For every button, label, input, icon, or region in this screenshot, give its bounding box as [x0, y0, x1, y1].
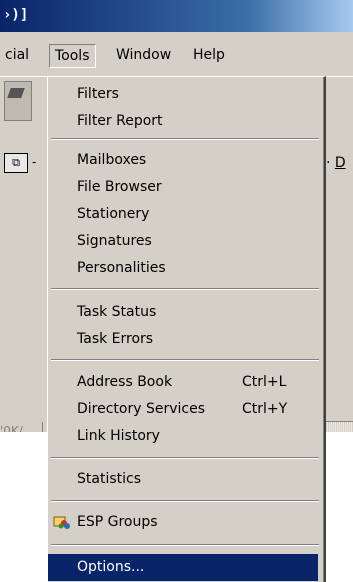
menu-item-label: ESP Groups [77, 514, 158, 530]
menu-item-label: File Browser [77, 179, 162, 195]
menu-separator [51, 359, 319, 361]
menu-separator [51, 500, 319, 502]
window-icon[interactable]: ⧉ [4, 153, 28, 173]
menu-separator [51, 138, 319, 140]
esp-groups-icon [53, 516, 70, 529]
menu-item-label: Mailboxes [77, 152, 147, 168]
menu-separator [51, 288, 319, 290]
menu-item-label: Task Errors [77, 331, 154, 347]
menu-item-esp-groups[interactable]: ESP Groups [48, 509, 318, 536]
menu-item-task-errors[interactable]: Task Errors [48, 326, 318, 353]
menu-item-label: Stationery [77, 206, 150, 222]
menu-item-label: Filter Report [77, 113, 163, 129]
menu-item-label: Signatures [77, 233, 152, 249]
menu-item-label: Task Status [77, 304, 157, 320]
menu-item-file-browser[interactable]: File Browser [48, 174, 318, 201]
tools-menu-dropdown: Filters Filter Report Mailboxes File Bro… [47, 76, 326, 582]
menu-special[interactable]: cial [0, 44, 34, 66]
send-receive-icon[interactable] [4, 81, 32, 121]
menu-item-stationery[interactable]: Stationery [48, 201, 318, 228]
menu-item-directory-services[interactable]: Directory Services Ctrl+Y [48, 396, 318, 423]
menu-item-label: Link History [77, 428, 160, 444]
menu-item-label: Statistics [77, 471, 141, 487]
toolbar-dash: - [32, 155, 37, 169]
menu-item-filters[interactable]: Filters [48, 81, 318, 108]
menu-item-label: Personalities [77, 260, 166, 276]
menu-item-filter-report[interactable]: Filter Report [48, 108, 318, 135]
menu-item-shortcut: Ctrl+Y [242, 401, 288, 417]
menu-item-address-book[interactable]: Address Book Ctrl+L [48, 369, 318, 396]
menu-item-statistics[interactable]: Statistics [48, 466, 318, 493]
title-bar: ›)] [0, 0, 353, 32]
menu-item-link-history[interactable]: Link History [48, 423, 318, 450]
menu-help[interactable]: Help [188, 44, 230, 66]
menu-item-task-status[interactable]: Task Status [48, 299, 318, 326]
menu-item-signatures[interactable]: Signatures [48, 228, 318, 255]
menu-item-label: Directory Services [77, 401, 206, 417]
menu-item-mailboxes[interactable]: Mailboxes [48, 147, 318, 174]
menu-item-label: Options... [77, 559, 145, 575]
menu-item-personalities[interactable]: Personalities [48, 255, 318, 282]
toolbar-link[interactable]: · D [326, 155, 346, 171]
menu-separator [51, 544, 319, 546]
menu-bar: cial Tools Window Help [0, 32, 353, 77]
menu-item-options[interactable]: Options... [48, 554, 318, 581]
menu-item-shortcut: Ctrl+L [242, 374, 287, 390]
window-title: ›)] [3, 7, 29, 23]
toolbar-link-label: D [334, 155, 346, 171]
menu-window[interactable]: Window [111, 44, 176, 66]
menu-separator [51, 457, 319, 459]
menu-item-label: Address Book [77, 374, 173, 390]
menu-item-label: Filters [77, 86, 119, 102]
menu-tools[interactable]: Tools [49, 44, 96, 68]
